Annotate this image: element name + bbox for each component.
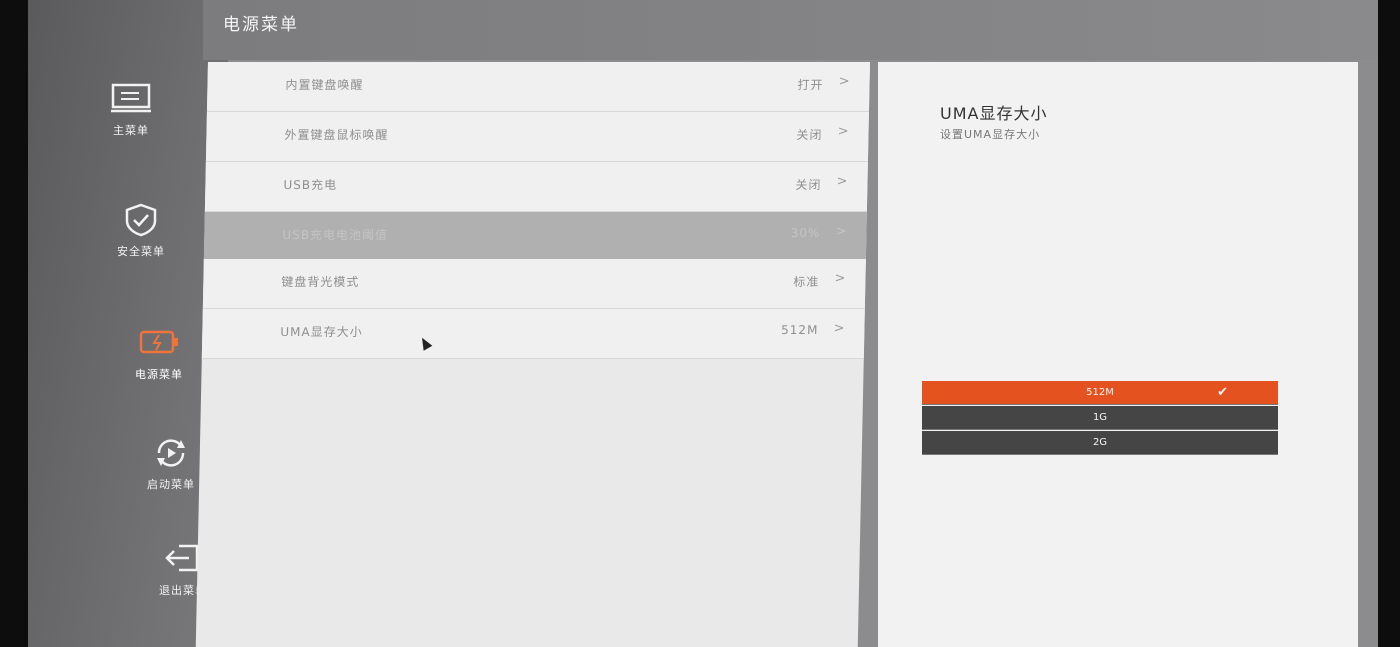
bios-screen: 主菜单 安全菜单 电源菜单 启动菜单 退出菜单 电源菜单 内置键盘唤醒 打开 >… — [28, 0, 1378, 647]
chevron-right-icon: > — [837, 124, 849, 139]
monitor-icon — [111, 83, 151, 113]
checkmark-icon: ✔ — [1217, 385, 1228, 400]
sidebar-item-security[interactable]: 安全菜单 — [86, 203, 196, 259]
setting-value: 512M — [780, 323, 819, 337]
battery-icon — [139, 330, 178, 354]
sidebar-item-label: 主菜单 — [113, 124, 149, 137]
sidebar-item-label: 安全菜单 — [117, 245, 165, 258]
sidebar-item-label: 电源菜单 — [135, 368, 183, 381]
setting-label: USB充电 — [283, 178, 338, 192]
setting-row-keyboard-backlight[interactable]: 键盘背光模式 标准 > — [202, 259, 866, 309]
setting-value: 打开 — [797, 78, 824, 92]
setting-row-usb-charging-threshold[interactable]: USB充电电池阈值 30% > — [203, 212, 867, 262]
option-2g[interactable]: 2G — [922, 431, 1278, 455]
shield-check-icon — [125, 203, 157, 237]
setting-label: 键盘背光模式 — [281, 275, 360, 289]
setting-row-usb-charging[interactable]: USB充电 关闭 > — [204, 162, 868, 212]
page-title: 电源菜单 — [223, 15, 299, 35]
settings-panel: 内置键盘唤醒 打开 > 外置键盘鼠标唤醒 关闭 > USB充电 关闭 > USB… — [195, 62, 871, 647]
chevron-right-icon: > — [836, 174, 848, 189]
setting-row-internal-keyboard-wake[interactable]: 内置键盘唤醒 打开 > — [206, 62, 871, 112]
option-512m[interactable]: 512M ✔ — [922, 381, 1278, 405]
option-label: 1G — [1092, 412, 1108, 423]
setting-value: 关闭 — [795, 178, 822, 192]
chevron-right-icon: > — [834, 271, 846, 286]
header: 电源菜单 — [203, 0, 1378, 60]
help-title: UMA显存大小 — [940, 104, 1048, 123]
sidebar-item-label: 启动菜单 — [147, 478, 195, 491]
option-1g[interactable]: 1G — [922, 406, 1278, 430]
setting-value: 关闭 — [796, 128, 823, 142]
restart-icon — [157, 439, 185, 467]
setting-row-external-keyboard-mouse-wake[interactable]: 外置键盘鼠标唤醒 关闭 > — [205, 112, 869, 162]
setting-label: 外置键盘鼠标唤醒 — [284, 128, 389, 142]
setting-label: UMA显存大小 — [280, 325, 363, 339]
setting-label: USB充电电池阈值 — [282, 228, 389, 242]
setting-row-uma-memory[interactable]: UMA显存大小 512M > — [201, 309, 865, 359]
option-label: 2G — [1092, 437, 1108, 448]
setting-value: 30% — [790, 226, 821, 240]
chevron-right-icon: > — [838, 74, 850, 89]
setting-value: 标准 — [793, 275, 820, 289]
help-panel: UMA显存大小 设置UMA显存大小 512M ✔ 1G 2G — [878, 62, 1358, 647]
option-label: 512M — [1086, 387, 1114, 398]
sidebar-item-power[interactable]: 电源菜单 — [104, 326, 214, 382]
chevron-right-icon: > — [833, 321, 845, 336]
chevron-right-icon: > — [835, 224, 847, 239]
setting-label: 内置键盘唤醒 — [285, 78, 364, 92]
help-subtitle: 设置UMA显存大小 — [940, 128, 1041, 141]
sidebar-item-main[interactable]: 主菜单 — [76, 82, 186, 138]
